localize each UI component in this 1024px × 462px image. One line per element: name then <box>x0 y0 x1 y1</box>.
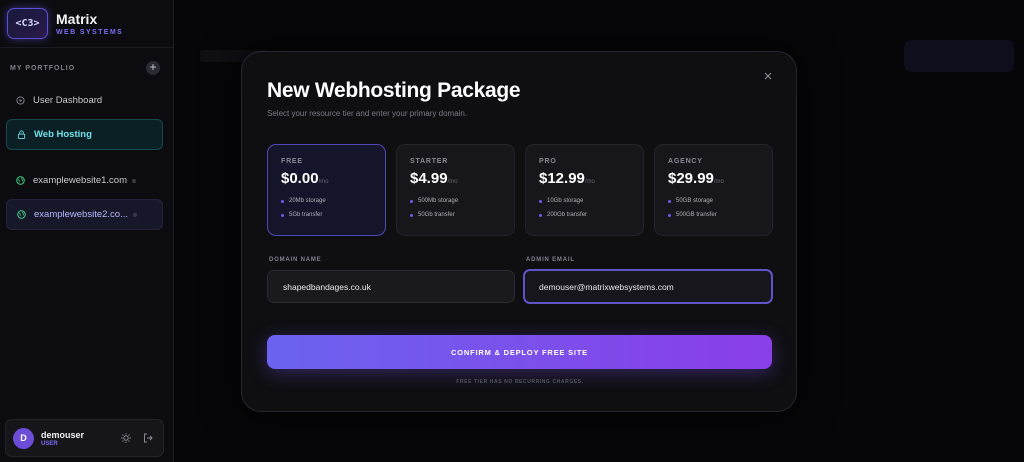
tier-price: $0.00/mo <box>281 170 385 187</box>
tier-card-pro[interactable]: PRO $12.99/mo 10Gb storage 200Gb transfe… <box>525 144 644 236</box>
tier-feature-text: 5Gb transfer <box>289 212 323 218</box>
gauge-icon <box>16 96 25 105</box>
footnote: FREE TIER HAS NO RECURRING CHARGES. <box>456 379 584 385</box>
app-root: <C3> Matrix WEB SYSTEMS MY PORTFOLIO + U… <box>0 0 1024 462</box>
domain-label: DOMAIN NAME <box>269 257 322 263</box>
tier-feature: 50GB storage <box>668 196 772 206</box>
brand-name: Matrix <box>56 10 98 27</box>
brand-logo: <C3> <box>7 8 48 39</box>
modal-title: New Webhosting Package <box>267 79 521 102</box>
tier-period: /mo <box>713 179 724 185</box>
tier-feature: 20Mb storage <box>281 196 385 206</box>
tier-feature-text: 50Gb transfer <box>418 212 455 218</box>
sidebar-item-examplewebsite1[interactable]: examplewebsite1.com <box>6 165 163 196</box>
brand-text: Matrix WEB SYSTEMS <box>56 10 124 36</box>
bullet-icon <box>410 199 413 203</box>
tier-features: 10Gb storage 200Gb transfer <box>539 196 643 220</box>
sidebar-item-user-dashboard[interactable]: User Dashboard <box>6 85 163 116</box>
new-package-modal: × New Webhosting Package Select your res… <box>241 51 797 412</box>
tier-price-value: $12.99 <box>539 170 585 187</box>
tier-name: AGENCY <box>668 158 703 165</box>
tier-feature-text: 200Gb transfer <box>547 212 588 218</box>
add-site-button[interactable]: + <box>146 61 160 75</box>
logout-icon[interactable] <box>141 431 155 445</box>
bullet-icon <box>668 213 671 217</box>
portfolio-section-header: MY PORTFOLIO + <box>10 61 160 75</box>
brand-subtitle: WEB SYSTEMS <box>56 28 124 36</box>
sun-icon[interactable] <box>119 431 133 445</box>
tier-period: /mo <box>584 179 595 185</box>
tier-period: /mo <box>447 179 458 185</box>
email-input[interactable]: demouser@matrixwebsystems.com <box>523 269 773 304</box>
tier-feature-text: 500Mb storage <box>418 198 459 204</box>
sidebar-item-label: User Dashboard <box>33 95 103 106</box>
tier-feature-text: 500GB transfer <box>676 212 717 218</box>
tier-price-value: $4.99 <box>410 170 448 187</box>
tier-card-free[interactable]: FREE $0.00/mo 20Mb storage 5Gb transfer <box>267 144 386 236</box>
tier-feature-text: 10Gb storage <box>547 198 584 204</box>
tier-feature: 50Gb transfer <box>410 210 514 220</box>
sidebar-item-label: examplewebsite1.com <box>33 175 127 186</box>
modal-subtitle: Select your resource tier and enter your… <box>267 109 468 118</box>
tier-price: $29.99/mo <box>668 170 772 187</box>
portfolio-label: MY PORTFOLIO <box>10 64 76 72</box>
close-icon[interactable]: × <box>761 69 775 84</box>
user-card: D demouser USER <box>5 419 164 457</box>
confirm-deploy-button[interactable]: CONFIRM & DEPLOY FREE SITE <box>267 335 772 369</box>
bullet-icon <box>410 213 413 217</box>
globe-icon <box>16 176 25 185</box>
user-info: demouser USER <box>41 430 119 447</box>
lock-icon <box>17 130 26 139</box>
bullet-icon <box>668 199 671 203</box>
tier-feature: 10Gb storage <box>539 196 643 206</box>
sidebar-item-label: examplewebsite2.co... <box>34 209 128 220</box>
globe-icon <box>17 210 26 219</box>
user-role: USER <box>41 440 58 447</box>
bullet-icon <box>539 213 542 217</box>
email-label: ADMIN EMAIL <box>526 257 575 263</box>
tier-feature: 5Gb transfer <box>281 210 385 220</box>
tier-feature: 200Gb transfer <box>539 210 643 220</box>
status-dot <box>132 178 136 183</box>
tier-features: 500Mb storage 50Gb transfer <box>410 196 514 220</box>
domain-input[interactable]: shapedbandages.co.uk <box>267 270 515 303</box>
status-dot <box>133 212 137 217</box>
tier-selector: FREE $0.00/mo 20Mb storage 5Gb transfer … <box>267 144 773 236</box>
tier-features: 50GB storage 500GB transfer <box>668 196 772 220</box>
tier-price: $4.99/mo <box>410 170 514 187</box>
sidebar: <C3> Matrix WEB SYSTEMS MY PORTFOLIO + U… <box>0 0 174 462</box>
tier-card-agency[interactable]: AGENCY $29.99/mo 50GB storage 500GB tran… <box>654 144 773 236</box>
sidebar-item-label: Web Hosting <box>34 129 92 140</box>
tier-feature: 500Mb storage <box>410 196 514 206</box>
tier-price-value: $29.99 <box>668 170 714 187</box>
tier-period: /mo <box>318 179 329 185</box>
background-button <box>904 40 1014 72</box>
sidebar-item-examplewebsite2[interactable]: examplewebsite2.co... <box>6 199 163 230</box>
tier-name: PRO <box>539 158 557 165</box>
user-name: demouser <box>41 429 85 440</box>
tier-feature-text: 50GB storage <box>676 198 714 204</box>
bullet-icon <box>281 213 284 217</box>
bullet-icon <box>539 199 542 203</box>
tier-feature: 500GB transfer <box>668 210 772 220</box>
tier-name: FREE <box>281 158 303 165</box>
tier-price-value: $0.00 <box>281 170 319 187</box>
sidebar-item-web-hosting[interactable]: Web Hosting <box>6 119 163 150</box>
bullet-icon <box>281 199 284 203</box>
tier-feature-text: 20Mb storage <box>289 198 326 204</box>
tier-features: 20Mb storage 5Gb transfer <box>281 196 385 220</box>
tier-card-starter[interactable]: STARTER $4.99/mo 500Mb storage 50Gb tran… <box>396 144 515 236</box>
tier-name: STARTER <box>410 158 449 165</box>
avatar[interactable]: D <box>13 427 34 449</box>
tier-price: $12.99/mo <box>539 170 643 187</box>
brand[interactable]: <C3> Matrix WEB SYSTEMS <box>0 0 173 48</box>
